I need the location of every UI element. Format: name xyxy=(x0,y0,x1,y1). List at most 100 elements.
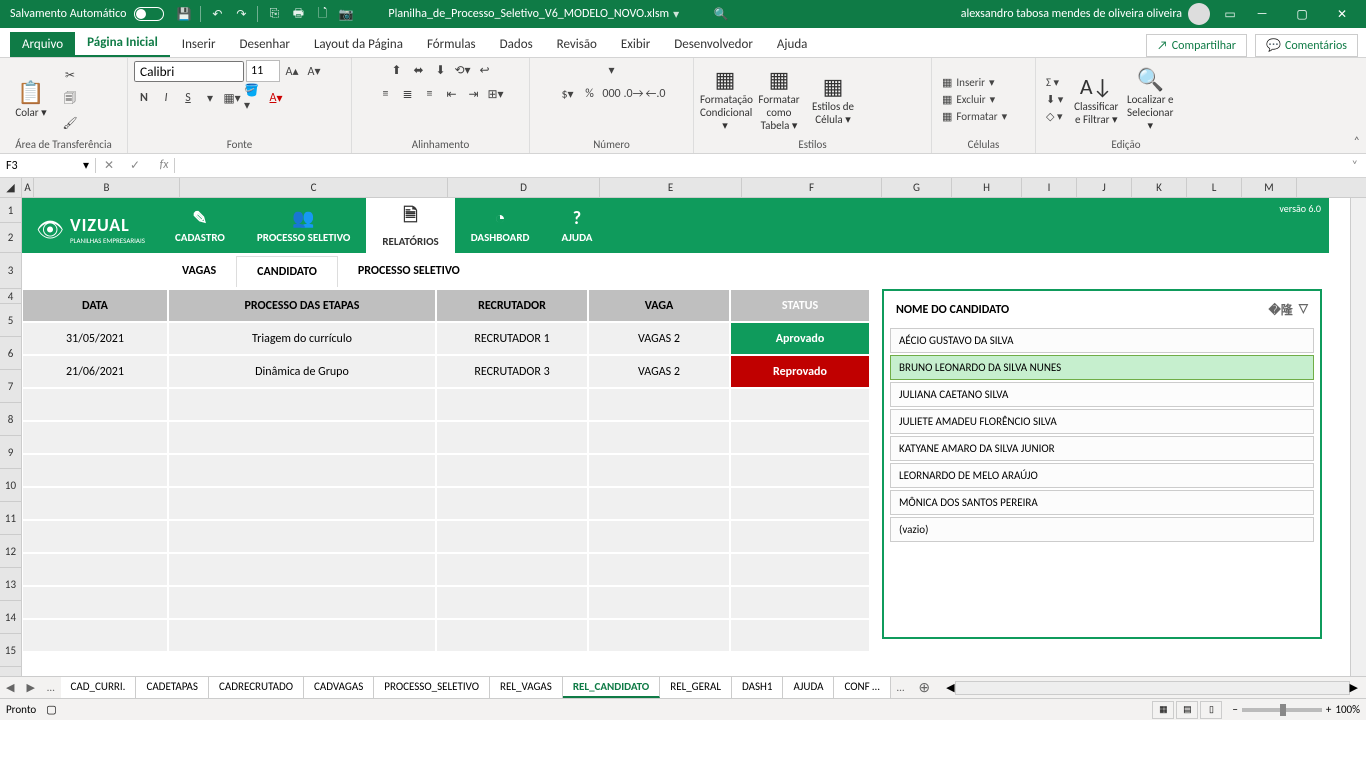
close-button[interactable]: ✕ xyxy=(1322,0,1362,28)
wrap-text-icon[interactable]: ↩ xyxy=(475,60,495,80)
column-header[interactable]: L xyxy=(1187,178,1242,197)
ribbon-tab[interactable]: Inserir xyxy=(170,32,228,57)
format-painter-icon[interactable]: 🖌 xyxy=(60,113,80,133)
expand-formula-icon[interactable]: ˅ xyxy=(1344,159,1366,173)
avatar[interactable] xyxy=(1188,3,1210,25)
macro-icon[interactable]: ▢ xyxy=(46,703,56,716)
column-header[interactable]: H xyxy=(952,178,1022,197)
ribbon-tab[interactable]: Ajuda xyxy=(765,32,820,57)
align-center-icon[interactable]: ≣ xyxy=(398,84,418,104)
autosave-toggle[interactable] xyxy=(134,7,164,21)
decrease-font-icon[interactable]: A▾ xyxy=(304,61,324,81)
search-icon[interactable]: 🔍 xyxy=(709,2,733,26)
column-header[interactable]: F xyxy=(742,178,882,197)
column-header[interactable]: C xyxy=(180,178,448,197)
underline-button[interactable]: S xyxy=(178,88,198,108)
row-header[interactable]: 14 xyxy=(0,601,21,634)
ribbon-tab[interactable]: Desenhar xyxy=(228,32,302,57)
sheet-tab[interactable]: CADVAGAS xyxy=(304,677,374,698)
row-header[interactable]: 2 xyxy=(0,223,21,253)
column-header[interactable]: E xyxy=(600,178,742,197)
italic-button[interactable]: I xyxy=(156,88,176,108)
row-header[interactable]: 7 xyxy=(0,370,21,403)
vertical-scrollbar[interactable] xyxy=(1350,198,1366,676)
slicer-item[interactable]: BRUNO LEONARDO DA SILVA NUNES xyxy=(890,355,1314,380)
percent-icon[interactable]: % xyxy=(580,84,600,104)
sheet-tab[interactable]: CADRECRUTADO xyxy=(209,677,304,698)
row-header[interactable]: 5 xyxy=(0,304,21,337)
insert-cells-button[interactable]: ▦ Inserir ▾ xyxy=(938,75,1011,90)
column-header[interactable]: A xyxy=(22,178,34,197)
page-layout-view-icon[interactable]: ▤ xyxy=(1176,701,1198,719)
multiselect-icon[interactable]: �隆 xyxy=(1268,301,1292,318)
maximize-button[interactable]: ▢ xyxy=(1282,0,1322,28)
row-header[interactable]: 12 xyxy=(0,535,21,568)
decrease-decimal-icon[interactable]: ←.0 xyxy=(646,84,666,104)
dashboard-tab[interactable]: ◔DASHBOARD xyxy=(455,198,546,253)
zoom-out-icon[interactable]: − xyxy=(1232,703,1237,716)
page-break-view-icon[interactable]: ▯ xyxy=(1200,701,1222,719)
merge-icon[interactable]: ⊞▾ xyxy=(486,84,506,104)
increase-indent-icon[interactable]: ⇥ xyxy=(464,84,484,104)
increase-font-icon[interactable]: A▴ xyxy=(282,61,302,81)
conditional-format-button[interactable]: ▦Formatação Condicional ▾ xyxy=(700,66,750,132)
ribbon-tab[interactable]: Revisão xyxy=(545,32,609,57)
sheet-tab[interactable]: CADETAPAS xyxy=(136,677,209,698)
sheet-tab[interactable]: REL_CANDIDATO xyxy=(563,677,660,698)
column-header[interactable]: I xyxy=(1022,178,1077,197)
align-right-icon[interactable]: ≡ xyxy=(420,84,440,104)
horizontal-scrollbar[interactable]: ◀▶ xyxy=(946,681,1358,695)
align-top-icon[interactable]: ⬆ xyxy=(387,60,407,80)
slicer-item[interactable]: KATYANE AMARO DA SILVA JUNIOR xyxy=(890,436,1314,461)
table-row[interactable] xyxy=(22,454,872,487)
normal-view-icon[interactable]: ▦ xyxy=(1152,701,1174,719)
ribbon-tab[interactable]: Layout da Página xyxy=(302,32,415,57)
row-header[interactable]: 4 xyxy=(0,289,21,304)
row-header[interactable]: 3 xyxy=(0,253,21,289)
fill-color-button[interactable]: 🪣▾ xyxy=(244,88,264,108)
sort-filter-button[interactable]: A↓Classificar e Filtrar ▾ xyxy=(1071,73,1121,126)
table-row[interactable] xyxy=(22,421,872,454)
ribbon-tab[interactable]: Dados xyxy=(488,32,545,57)
paste-button[interactable]: 📋Colar ▾ xyxy=(6,79,56,119)
table-row[interactable] xyxy=(22,553,872,586)
ribbon-tab[interactable]: Desenvolvedor xyxy=(662,32,765,57)
font-name-select[interactable] xyxy=(134,61,244,82)
row-header[interactable]: 13 xyxy=(0,568,21,601)
align-middle-icon[interactable]: ⬌ xyxy=(409,60,429,80)
decrease-indent-icon[interactable]: ⇤ xyxy=(442,84,462,104)
share-button[interactable]: ↗ Compartilhar xyxy=(1146,34,1247,57)
cancel-formula-icon[interactable]: ✕ xyxy=(96,158,122,173)
ribbon-tab[interactable]: Exibir xyxy=(609,32,662,57)
zoom-in-icon[interactable]: + xyxy=(1326,703,1331,716)
column-header[interactable]: J xyxy=(1077,178,1132,197)
find-select-button[interactable]: 🔍Localizar e Selecionar ▾ xyxy=(1125,66,1175,132)
slicer-item[interactable]: JULIETE AMADEU FLORÊNCIO SILVA xyxy=(890,409,1314,434)
dashboard-tab[interactable]: 👥PROCESSO SELETIVO xyxy=(241,198,366,253)
autosum-icon[interactable]: Σ ▾ xyxy=(1042,75,1067,90)
candidate-slicer[interactable]: NOME DO CANDIDATO �隆 ▽ AÉCIO GUSTAVO DA … xyxy=(882,289,1322,639)
row-header[interactable]: 6 xyxy=(0,337,21,370)
ribbon-display-icon[interactable]: ▭ xyxy=(1218,2,1242,26)
sheet-tab[interactable]: AJUDA xyxy=(783,677,834,698)
collapse-ribbon-icon[interactable]: ˄ xyxy=(1354,135,1360,149)
redo-icon[interactable]: ↷ xyxy=(229,2,253,26)
table-row[interactable] xyxy=(22,619,872,652)
sheet-nav-next[interactable]: ▶ xyxy=(20,681,40,694)
slicer-item[interactable]: LEORNARDO DE MELO ARAÚJO xyxy=(890,463,1314,488)
table-row[interactable] xyxy=(22,586,872,619)
fx-icon[interactable]: fx xyxy=(148,158,174,173)
table-row[interactable] xyxy=(22,388,872,421)
sheet-tab[interactable]: REL_GERAL xyxy=(660,677,732,698)
enter-formula-icon[interactable]: ✓ xyxy=(122,158,148,173)
zoom-level[interactable]: 100% xyxy=(1335,703,1360,716)
increase-decimal-icon[interactable]: .0→ xyxy=(624,84,644,104)
ribbon-tab[interactable]: Página Inicial xyxy=(75,30,170,57)
row-header[interactable]: 1 xyxy=(0,198,21,223)
camera-icon[interactable]: 📷 xyxy=(334,2,358,26)
row-header[interactable]: 11 xyxy=(0,502,21,535)
clear-filter-icon[interactable]: ▽ xyxy=(1299,301,1308,318)
format-cells-button[interactable]: ▦ Formatar ▾ xyxy=(938,109,1011,124)
comma-icon[interactable]: 000 xyxy=(602,84,622,104)
slicer-item[interactable]: AÉCIO GUSTAVO DA SILVA xyxy=(890,328,1314,353)
